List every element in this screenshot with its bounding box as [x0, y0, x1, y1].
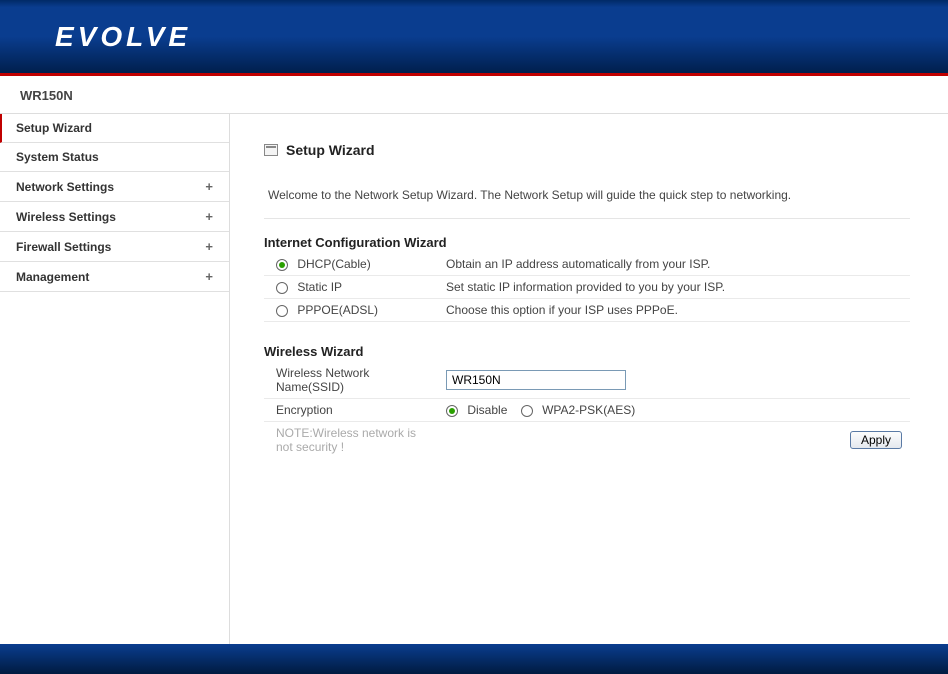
model-bar: WR150N [0, 76, 948, 114]
nav-item-label: Setup Wizard [16, 121, 92, 135]
security-note: NOTE:Wireless network is not security ! [276, 426, 416, 454]
option-label: Static IP [297, 280, 342, 294]
plus-icon: + [205, 179, 213, 194]
encryption-row: Encryption Disable WPA2-PSK(AES) [264, 399, 910, 422]
encryption-option-label: WPA2-PSK(AES) [542, 403, 635, 417]
header-banner: EVOLVE [0, 0, 948, 76]
model-label: WR150N [20, 88, 73, 103]
ssid-label: Wireless Network Name(SSID) [264, 362, 434, 399]
option-desc: Obtain an IP address automatically from … [434, 253, 910, 276]
brand-logo: EVOLVE [55, 21, 191, 53]
plus-icon: + [205, 239, 213, 254]
radio-pppoe[interactable] [276, 305, 288, 317]
page-title: Setup Wizard [264, 142, 910, 158]
nav-wireless-settings[interactable]: Wireless Settings + [0, 202, 229, 232]
nav-item-label: Network Settings [16, 180, 114, 194]
sidebar: Setup Wizard System Status Network Setti… [0, 114, 230, 644]
internet-heading: Internet Configuration Wizard [264, 235, 910, 250]
plus-icon: + [205, 209, 213, 224]
footer-bar [0, 644, 948, 674]
nav-item-label: System Status [16, 150, 99, 164]
option-label: PPPOE(ADSL) [297, 303, 378, 317]
nav-firewall-settings[interactable]: Firewall Settings + [0, 232, 229, 262]
nav-system-status[interactable]: System Status [0, 143, 229, 172]
option-desc: Choose this option if your ISP uses PPPo… [434, 299, 910, 322]
option-row: PPPOE(ADSL) Choose this option if your I… [264, 299, 910, 322]
radio-static-ip[interactable] [276, 282, 288, 294]
option-desc: Set static IP information provided to yo… [434, 276, 910, 299]
radio-dhcp[interactable] [276, 259, 288, 271]
main-container: Setup Wizard System Status Network Setti… [0, 114, 948, 644]
ssid-row: Wireless Network Name(SSID) [264, 362, 910, 399]
wireless-table: Wireless Network Name(SSID) Encryption D… [264, 362, 910, 458]
ssid-input[interactable] [446, 370, 626, 390]
radio-encryption-disable[interactable] [446, 405, 458, 417]
page-title-icon [264, 144, 278, 156]
apply-button[interactable]: Apply [850, 431, 902, 449]
nav-item-label: Management [16, 270, 89, 284]
internet-options-table: DHCP(Cable) Obtain an IP address automat… [264, 253, 910, 322]
encryption-label: Encryption [264, 399, 434, 422]
option-label: DHCP(Cable) [297, 257, 370, 271]
intro-text: Welcome to the Network Setup Wizard. The… [264, 178, 910, 219]
wireless-heading: Wireless Wizard [264, 344, 910, 359]
encryption-option-label: Disable [467, 403, 507, 417]
nav-management[interactable]: Management + [0, 262, 229, 292]
option-row: Static IP Set static IP information prov… [264, 276, 910, 299]
option-row: DHCP(Cable) Obtain an IP address automat… [264, 253, 910, 276]
nav-setup-wizard[interactable]: Setup Wizard [0, 114, 229, 143]
nav-item-label: Wireless Settings [16, 210, 116, 224]
plus-icon: + [205, 269, 213, 284]
radio-encryption-wpa2[interactable] [521, 405, 533, 417]
note-row: NOTE:Wireless network is not security ! … [264, 422, 910, 459]
nav-item-label: Firewall Settings [16, 240, 111, 254]
nav-network-settings[interactable]: Network Settings + [0, 172, 229, 202]
content-pane: Setup Wizard Welcome to the Network Setu… [230, 114, 948, 644]
page-title-text: Setup Wizard [286, 142, 375, 158]
